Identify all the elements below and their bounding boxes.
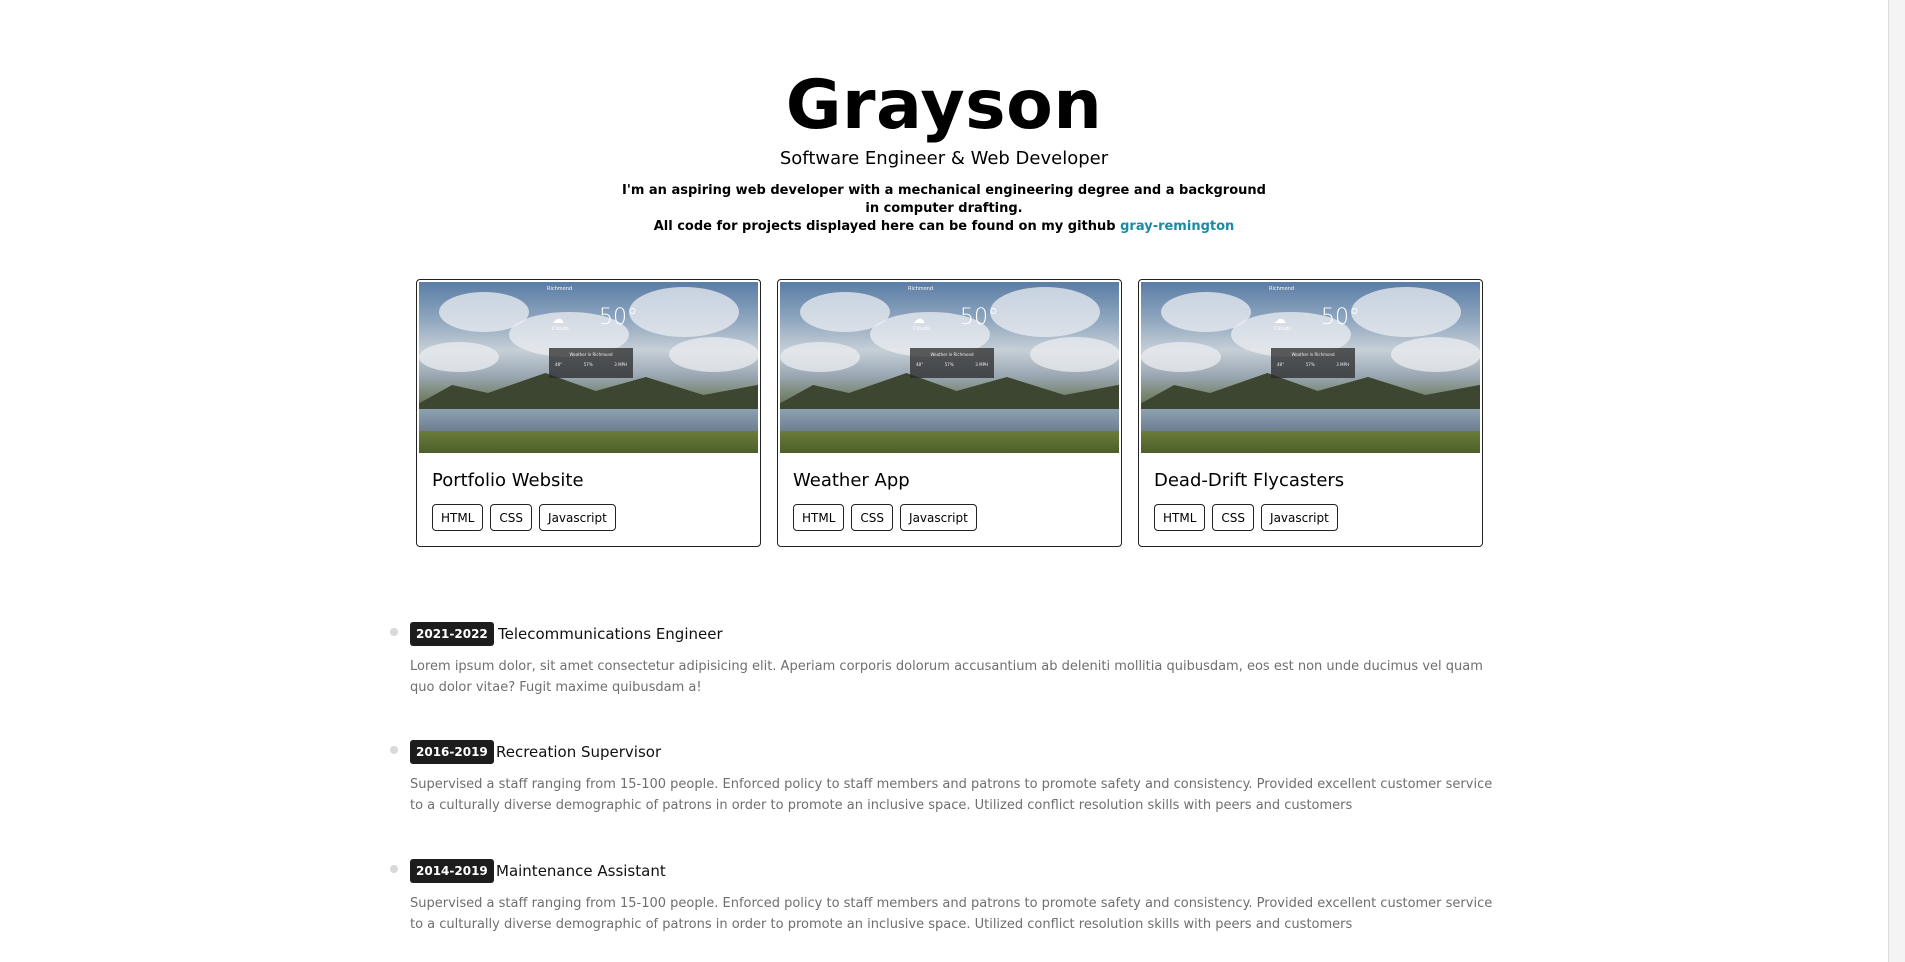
tag-html: HTML xyxy=(1154,504,1206,531)
thumb-val: 48° xyxy=(1277,362,1285,367)
tag-css: CSS xyxy=(490,504,533,531)
project-card-portfolio[interactable]: Richmond ☁ Clouds 50° Weather in Richmon… xyxy=(416,279,761,547)
thumb-panel-title: Weather in Richmond xyxy=(930,352,974,357)
thumb-val: 48° xyxy=(555,362,563,367)
thumb-val: 3 MPH xyxy=(1336,362,1349,367)
thumb-panel: Weather in Richmond 48° 57% 3 MPH xyxy=(549,348,633,378)
project-card-flycasters[interactable]: Richmond ☁ Clouds 50° Weather in Richmon… xyxy=(1138,279,1483,547)
timeline-dot xyxy=(390,746,398,754)
project-thumbnail[interactable]: Richmond ☁ Clouds 50° Weather in Richmon… xyxy=(1141,282,1480,453)
thumb-val: 3 MPH xyxy=(975,362,988,367)
bio-line: I'm an aspiring web developer with a mec… xyxy=(622,183,1266,198)
page-scrollbar[interactable] xyxy=(1888,0,1905,962)
thumb-temp: 50° xyxy=(1321,305,1360,330)
project-title[interactable]: Dead-Drift Flycasters xyxy=(1154,470,1344,492)
tag-javascript: Javascript xyxy=(1261,504,1338,531)
year-badge: 2016-2019 xyxy=(410,740,494,764)
project-thumbnail[interactable]: Richmond ☁ Clouds 50° Weather in Richmon… xyxy=(780,282,1119,453)
tag-list: HTML CSS Javascript xyxy=(432,504,616,531)
thumb-city: Richmond xyxy=(547,286,573,292)
thumb-val: 57% xyxy=(583,362,593,367)
timeline-dot xyxy=(390,628,398,636)
thumb-val: 3 MPH xyxy=(614,362,627,367)
bio-line: in computer drafting. xyxy=(865,201,1023,216)
role-title: Telecommunications Engineer xyxy=(498,625,723,643)
thumb-val: 48° xyxy=(916,362,924,367)
project-title[interactable]: Portfolio Website xyxy=(432,470,584,492)
tag-css: CSS xyxy=(851,504,894,531)
page-subtitle: Software Engineer & Web Developer xyxy=(779,148,1109,169)
thumb-condition: Clouds xyxy=(1274,326,1291,332)
project-thumbnail[interactable]: Richmond ☁ Clouds 50° Weather in Richmon… xyxy=(419,282,758,453)
thumb-panel: Weather in Richmond 48° 57% 3 MPH xyxy=(1271,348,1355,378)
cloud-icon: ☁ xyxy=(1274,312,1286,326)
role-title: Recreation Supervisor xyxy=(496,743,662,761)
role-title: Maintenance Assistant xyxy=(496,862,666,880)
role-description: Lorem ipsum dolor, sit amet consectetur … xyxy=(410,659,1483,695)
year-badge: 2014-2019 xyxy=(410,859,494,883)
tag-list: HTML CSS Javascript xyxy=(793,504,977,531)
tag-html: HTML xyxy=(432,504,484,531)
tag-html: HTML xyxy=(793,504,845,531)
thumb-temp: 50° xyxy=(599,305,638,330)
thumb-val: 57% xyxy=(944,362,954,367)
tag-list: HTML CSS Javascript xyxy=(1154,504,1338,531)
timeline-dot xyxy=(390,865,398,873)
cloud-icon: ☁ xyxy=(552,312,564,326)
tag-css: CSS xyxy=(1212,504,1255,531)
project-title[interactable]: Weather App xyxy=(793,470,910,492)
tag-javascript: Javascript xyxy=(900,504,977,531)
github-link[interactable]: gray-remington xyxy=(1120,219,1234,234)
thumb-city: Richmond xyxy=(1269,286,1295,292)
thumb-val: 57% xyxy=(1305,362,1315,367)
cloud-icon: ☁ xyxy=(913,312,925,326)
role-description: Supervised a staff ranging from 15-100 p… xyxy=(410,896,1493,932)
thumb-panel-title: Weather in Richmond xyxy=(569,352,613,357)
bio-line: All code for projects displayed here can… xyxy=(0,218,1888,236)
role-description: Supervised a staff ranging from 15-100 p… xyxy=(410,777,1493,813)
thumb-condition: Clouds xyxy=(913,326,930,332)
tag-javascript: Javascript xyxy=(539,504,616,531)
github-text: All code for projects displayed here can… xyxy=(653,219,1121,234)
thumb-temp: 50° xyxy=(960,305,999,330)
thumb-panel-title: Weather in Richmond xyxy=(1291,352,1335,357)
thumb-condition: Clouds xyxy=(552,326,569,332)
thumb-city: Richmond xyxy=(908,286,934,292)
page-title: Grayson xyxy=(785,66,1103,145)
bio-text: I'm an aspiring web developer with a mec… xyxy=(0,182,1888,236)
thumb-panel: Weather in Richmond 48° 57% 3 MPH xyxy=(910,348,994,378)
project-card-weather[interactable]: Richmond ☁ Clouds 50° Weather in Richmon… xyxy=(777,279,1122,547)
year-badge: 2021-2022 xyxy=(410,622,494,646)
